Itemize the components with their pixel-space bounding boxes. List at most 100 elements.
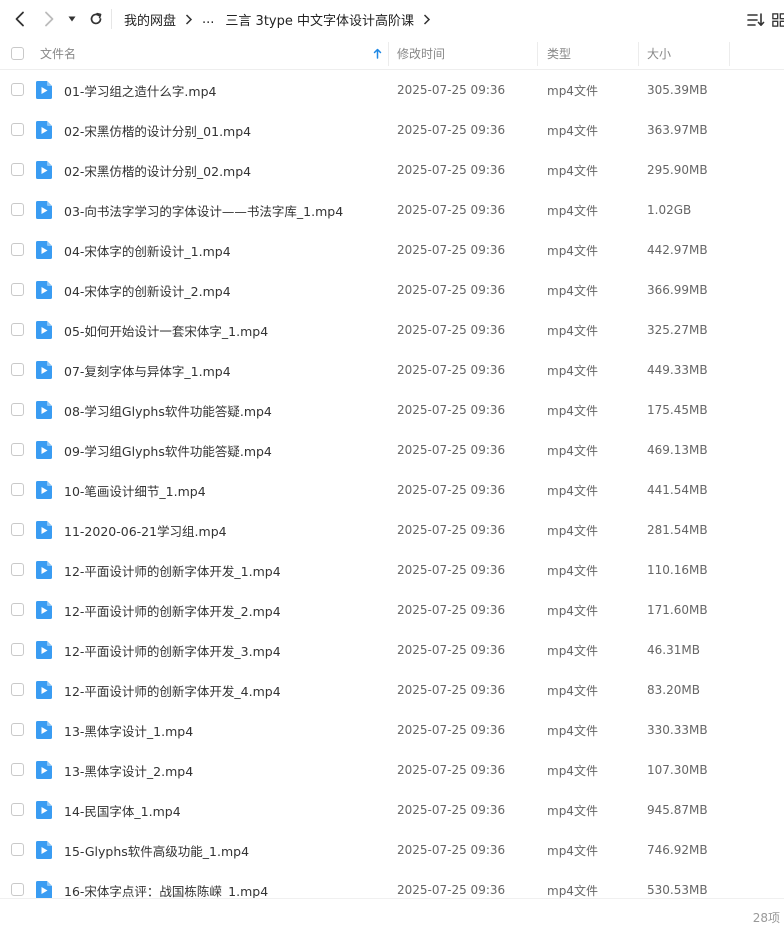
row-checkbox[interactable] [11, 643, 24, 656]
column-header-size[interactable]: 大小 [647, 38, 671, 69]
row-checkbox[interactable] [11, 123, 24, 136]
file-name[interactable]: 10-笔画设计细节_1.mp4 [64, 470, 206, 510]
row-checkbox[interactable] [11, 683, 24, 696]
row-checkbox[interactable] [11, 803, 24, 816]
select-all-checkbox[interactable] [11, 47, 24, 60]
file-row[interactable]: 11-2020-06-21学习组.mp4 2025-07-25 09:36 mp4文… [0, 510, 784, 550]
column-divider[interactable] [537, 42, 538, 66]
file-row[interactable]: 04-宋体字的创新设计_2.mp4 2025-07-25 09:36 mp4文件 36… [0, 270, 784, 310]
breadcrumb: 我的网盘 ... 三言 3type 中文字体设计高阶课 [124, 0, 440, 38]
file-row[interactable]: 05-如何开始设计一套宋体字_1.mp4 2025-07-25 09:36 mp4文… [0, 310, 784, 350]
file-name[interactable]: 12-平面设计师的创新字体开发_3.mp4 [64, 630, 281, 670]
sort-ascending-icon[interactable] [373, 38, 382, 69]
row-checkbox[interactable] [11, 443, 24, 456]
video-file-icon [36, 481, 52, 499]
file-row[interactable]: 13-黑体字设计_2.mp4 2025-07-25 09:36 mp4文件 107.3… [0, 750, 784, 790]
file-row[interactable]: 04-宋体字的创新设计_1.mp4 2025-07-25 09:36 mp4文件 44… [0, 230, 784, 270]
row-checkbox[interactable] [11, 363, 24, 376]
file-name[interactable]: 03-向书法字学习的字体设计——书法字库_1.mp4 [64, 190, 343, 230]
file-row[interactable]: 13-黑体字设计_1.mp4 2025-07-25 09:36 mp4文件 330.3… [0, 710, 784, 750]
video-file-icon [36, 841, 52, 859]
column-divider[interactable] [729, 42, 730, 66]
file-row[interactable]: 09-学习组Glyphs软件功能答疑.mp4 2025-07-25 09:36 mp… [0, 430, 784, 470]
file-name[interactable]: 13-黑体字设计_2.mp4 [64, 750, 193, 790]
video-file-icon [36, 241, 52, 259]
item-count: 28项 [752, 911, 780, 925]
refresh-icon [90, 12, 102, 25]
file-row[interactable]: 03-向书法字学习的字体设计——书法字库_1.mp4 2025-07-25 09:… [0, 190, 784, 230]
file-row[interactable]: 12-平面设计师的创新字体开发_1.mp4 2025-07-25 09:36 mp4… [0, 550, 784, 590]
file-row[interactable]: 08-学习组Glyphs软件功能答疑.mp4 2025-07-25 09:36 mp… [0, 390, 784, 430]
file-name[interactable]: 08-学习组Glyphs软件功能答疑.mp4 [64, 390, 272, 430]
video-file-icon [36, 761, 52, 779]
file-name[interactable]: 15-Glyphs软件高级功能_1.mp4 [64, 830, 249, 870]
file-row[interactable]: 12-平面设计师的创新字体开发_2.mp4 2025-07-25 09:36 mp4… [0, 590, 784, 630]
file-type: mp4文件 [547, 643, 598, 658]
file-row[interactable]: 15-Glyphs软件高级功能_1.mp4 2025-07-25 09:36 mp4… [0, 830, 784, 870]
file-name[interactable]: 12-平面设计师的创新字体开发_1.mp4 [64, 550, 281, 590]
breadcrumb-current[interactable]: 三言 3type 中文字体设计高阶课 [225, 10, 414, 29]
column-header-modified[interactable]: 修改时间 [397, 38, 445, 69]
row-checkbox[interactable] [11, 203, 24, 216]
breadcrumb-root[interactable]: 我的网盘 [124, 10, 176, 29]
file-name[interactable]: 01-学习组之造什么字.mp4 [64, 70, 216, 110]
column-divider[interactable] [388, 42, 389, 66]
breadcrumb-separator-icon [185, 13, 193, 25]
row-checkbox[interactable] [11, 563, 24, 576]
row-checkbox[interactable] [11, 723, 24, 736]
file-row[interactable]: 12-平面设计师的创新字体开发_3.mp4 2025-07-25 09:36 mp4… [0, 630, 784, 670]
column-header-name[interactable]: 文件名 [40, 38, 76, 69]
back-button[interactable] [8, 7, 32, 31]
file-row[interactable]: 01-学习组之造什么字.mp4 2025-07-25 09:36 mp4文件 305.… [0, 70, 784, 110]
row-checkbox[interactable] [11, 163, 24, 176]
breadcrumb-more-icon[interactable] [423, 13, 431, 25]
file-modified: 2025-07-25 09:36 [397, 603, 506, 617]
grid-view-icon [772, 13, 784, 27]
sort-button[interactable] [744, 8, 768, 32]
row-checkbox[interactable] [11, 483, 24, 496]
file-name[interactable]: 12-平面设计师的创新字体开发_2.mp4 [64, 590, 281, 630]
history-dropdown-button[interactable] [64, 7, 80, 31]
video-file-icon [36, 801, 52, 819]
column-header-type[interactable]: 类型 [547, 38, 571, 69]
breadcrumb-ellipsis[interactable]: ... [202, 12, 214, 27]
file-name[interactable]: 12-平面设计师的创新字体开发_4.mp4 [64, 670, 281, 710]
file-name[interactable]: 13-黑体字设计_1.mp4 [64, 710, 193, 750]
file-row[interactable]: 12-平面设计师的创新字体开发_4.mp4 2025-07-25 09:36 mp4… [0, 670, 784, 710]
file-modified: 2025-07-25 09:36 [397, 563, 506, 577]
file-row[interactable]: 07-复刻字体与异体字_1.mp4 2025-07-25 09:36 mp4文件 44… [0, 350, 784, 390]
grid-view-button[interactable] [772, 8, 784, 32]
file-row[interactable]: 14-民国字体_1.mp4 2025-07-25 09:36 mp4文件 945.87… [0, 790, 784, 830]
file-size: 441.54MB [647, 483, 708, 497]
row-checkbox[interactable] [11, 83, 24, 96]
row-checkbox[interactable] [11, 763, 24, 776]
row-checkbox[interactable] [11, 843, 24, 856]
row-checkbox[interactable] [11, 283, 24, 296]
sort-list-icon [747, 13, 765, 26]
file-name[interactable]: 02-宋黑仿楷的设计分别_01.mp4 [64, 110, 251, 150]
row-checkbox[interactable] [11, 523, 24, 536]
forward-button[interactable] [37, 7, 61, 31]
file-type: mp4文件 [547, 123, 598, 138]
file-row[interactable]: 02-宋黑仿楷的设计分别_01.mp4 2025-07-25 09:36 mp4文件… [0, 110, 784, 150]
file-name[interactable]: 05-如何开始设计一套宋体字_1.mp4 [64, 310, 268, 350]
file-name[interactable]: 09-学习组Glyphs软件功能答疑.mp4 [64, 430, 272, 470]
file-name[interactable]: 02-宋黑仿楷的设计分别_02.mp4 [64, 150, 251, 190]
refresh-button[interactable] [84, 7, 108, 31]
column-divider[interactable] [638, 42, 639, 66]
file-modified: 2025-07-25 09:36 [397, 323, 506, 337]
row-checkbox[interactable] [11, 603, 24, 616]
file-row[interactable]: 10-笔画设计细节_1.mp4 2025-07-25 09:36 mp4文件 441.… [0, 470, 784, 510]
file-name[interactable]: 14-民国字体_1.mp4 [64, 790, 181, 830]
row-checkbox[interactable] [11, 323, 24, 336]
row-checkbox[interactable] [11, 243, 24, 256]
file-modified: 2025-07-25 09:36 [397, 403, 506, 417]
file-name[interactable]: 04-宋体字的创新设计_2.mp4 [64, 270, 231, 310]
row-checkbox[interactable] [11, 403, 24, 416]
file-name[interactable]: 04-宋体字的创新设计_1.mp4 [64, 230, 231, 270]
file-type: mp4文件 [547, 483, 598, 498]
file-row[interactable]: 02-宋黑仿楷的设计分别_02.mp4 2025-07-25 09:36 mp4文件… [0, 150, 784, 190]
file-name[interactable]: 11-2020-06-21学习组.mp4 [64, 510, 227, 550]
row-checkbox[interactable] [11, 883, 24, 896]
file-name[interactable]: 07-复刻字体与异体字_1.mp4 [64, 350, 231, 390]
